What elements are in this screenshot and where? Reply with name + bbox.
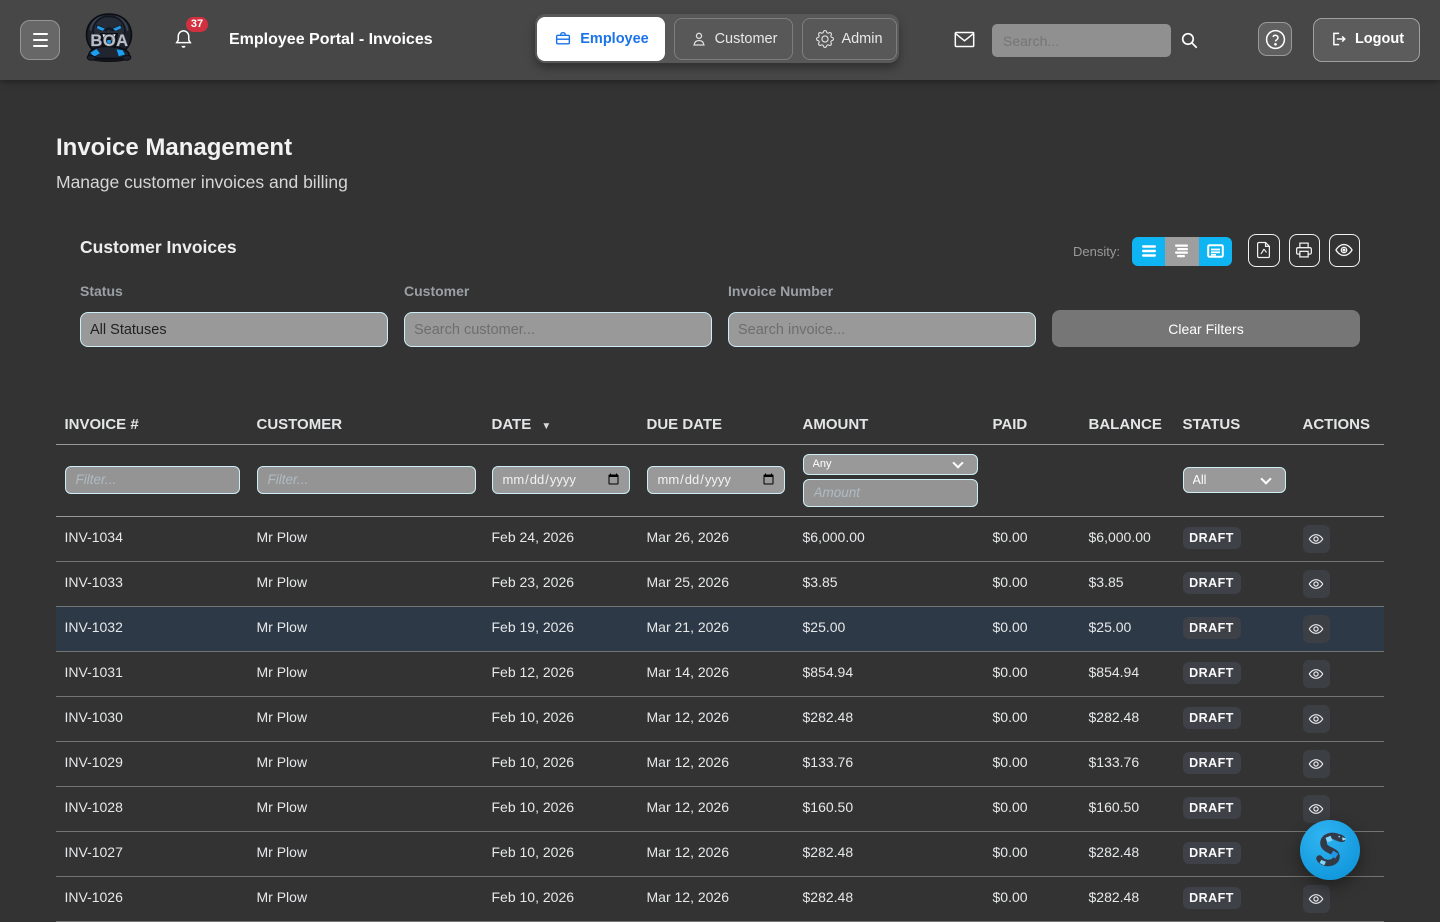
svg-text:BOA: BOA	[90, 32, 128, 50]
